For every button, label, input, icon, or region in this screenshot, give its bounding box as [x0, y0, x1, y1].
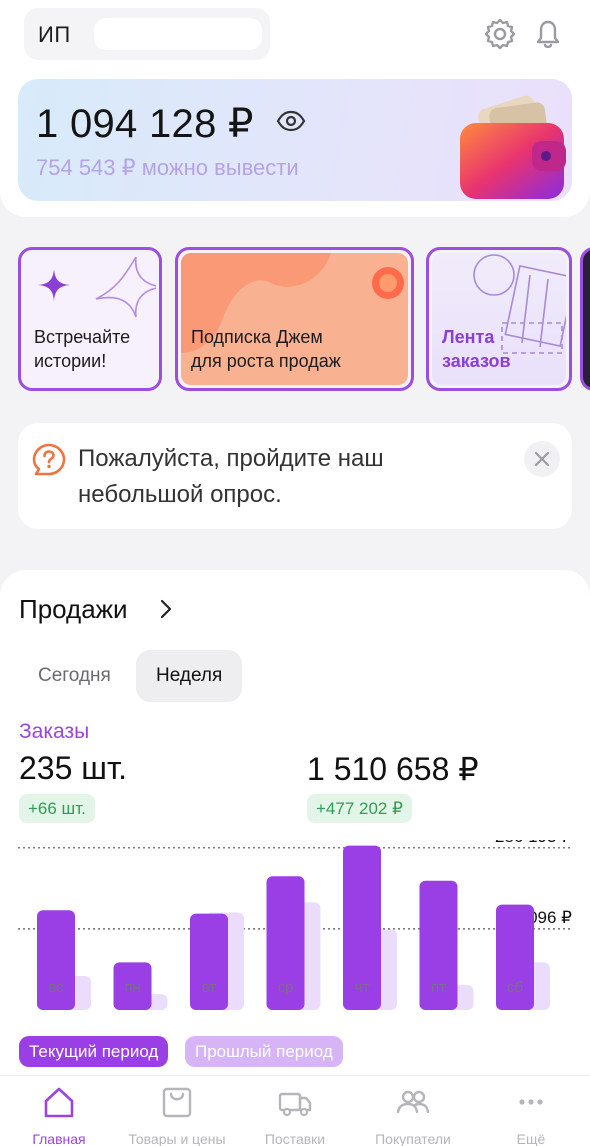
tab-today[interactable]: Сегодня: [22, 650, 127, 702]
question-bubble-icon: [32, 443, 66, 476]
legend-previous-period[interactable]: Прошлый период: [185, 1036, 343, 1067]
tab-label: Поставки: [264, 1131, 326, 1146]
survey-text-line: Пожалуйста, пройдите наш: [78, 445, 384, 472]
gear-icon: [484, 18, 516, 50]
tab-customers[interactable]: Покупатели: [354, 1084, 472, 1146]
withdrawable-amount: 754 543 ₽ можно вывести: [36, 155, 299, 180]
survey-text: Пожалуйста, пройдите наш небольшой опрос…: [78, 441, 498, 513]
story-label-line: Подписка Джем: [191, 327, 323, 347]
account-name: ИП: [38, 22, 71, 47]
tab-label: Главная: [32, 1131, 86, 1146]
tab-week[interactable]: Неделя: [136, 650, 243, 702]
x-tick-label: пн: [124, 979, 140, 996]
x-tick-label: сб: [507, 979, 523, 996]
wallet-illustration: [460, 95, 566, 199]
shopping-bag-icon: [162, 1087, 192, 1118]
survey-banner[interactable]: Пожалуйста, пройдите наш небольшой опрос…: [18, 423, 572, 529]
balance-card[interactable]: 1 094 128 ₽ 754 543 ₽ можно вывести: [18, 79, 572, 201]
tab-label: Ещё: [516, 1131, 546, 1146]
chevron-right-icon[interactable]: [158, 598, 174, 620]
home-icon: [44, 1087, 74, 1118]
users-icon: [396, 1090, 430, 1114]
tab-more[interactable]: Ещё: [472, 1084, 590, 1146]
story-card[interactable]: Встречайте истории!: [18, 247, 162, 391]
sales-bar-chart: 286 193 ₽143 096 ₽вспнвтсрчтптсб: [18, 840, 572, 1010]
orders-sum: 1 510 658 ₽: [307, 751, 479, 787]
story-label: Встречайте истории!: [34, 325, 130, 373]
tab-label: Покупатели: [375, 1131, 451, 1146]
story-label-line: для роста продаж: [191, 351, 341, 371]
close-survey-button[interactable]: [524, 441, 560, 477]
bottom-tab-bar: Главная Товары и цены Поставки Покупател…: [0, 1075, 590, 1146]
orders-label: Заказы: [19, 720, 90, 743]
x-tick-label: вт: [202, 979, 217, 996]
story-label-line: Встречайте: [34, 327, 131, 347]
orders-count: 235 шт.: [19, 750, 127, 786]
account-switcher[interactable]: ИП: [24, 8, 270, 60]
more-icon: [519, 1099, 543, 1105]
sparkle-icon: [38, 269, 70, 301]
story-card[interactable]: Подписка Джем для роста продаж: [175, 247, 414, 391]
star-outline-decoration: [95, 256, 156, 318]
x-tick-label: вс: [48, 979, 64, 996]
settings-button[interactable]: [480, 14, 520, 54]
story-label: Подписка Джем для роста продаж: [191, 325, 341, 373]
tab-label: Товары и цены: [128, 1131, 226, 1146]
top-card: ИП 1 094 128 ₽ 754 543 ₽ можно вывести: [0, 0, 590, 217]
account-name-redaction: [94, 18, 262, 50]
story-label: Лента заказов: [442, 325, 511, 373]
story-label-line: заказов: [442, 351, 511, 371]
tab-products[interactable]: Товары и цены: [118, 1084, 236, 1146]
notifications-button[interactable]: [528, 14, 568, 54]
story-label-line: Лента: [442, 327, 495, 347]
close-icon: [534, 451, 550, 467]
x-tick-label: чт: [355, 979, 370, 996]
truck-icon: [278, 1092, 312, 1117]
balance-amount: 1 094 128 ₽: [36, 102, 254, 146]
orders-count-delta: +66 шт.: [19, 794, 95, 823]
legend-current-period[interactable]: Текущий период: [19, 1036, 169, 1067]
eye-icon[interactable]: [276, 109, 306, 133]
story-card[interactable]: Лента заказов: [426, 247, 572, 391]
sales-widget: Продажи Сегодня Неделя Заказы 235 шт. 1 …: [0, 570, 590, 1090]
reference-line-label: 286 193 ₽: [495, 840, 572, 846]
tab-supplies[interactable]: Поставки: [236, 1084, 354, 1146]
story-label-line: истории!: [34, 351, 107, 371]
x-tick-label: пт: [431, 979, 446, 996]
stories-carousel[interactable]: Встречайте истории! Подписка Джем для ро…: [0, 245, 590, 395]
x-tick-label: ср: [278, 979, 294, 996]
sales-title[interactable]: Продажи: [19, 594, 128, 625]
tab-home[interactable]: Главная: [0, 1084, 118, 1146]
survey-text-line: небольшой опрос.: [78, 481, 282, 508]
bell-icon: [536, 20, 560, 49]
story-card[interactable]: [580, 247, 590, 391]
orders-sum-delta: +477 202 ₽: [307, 794, 412, 823]
